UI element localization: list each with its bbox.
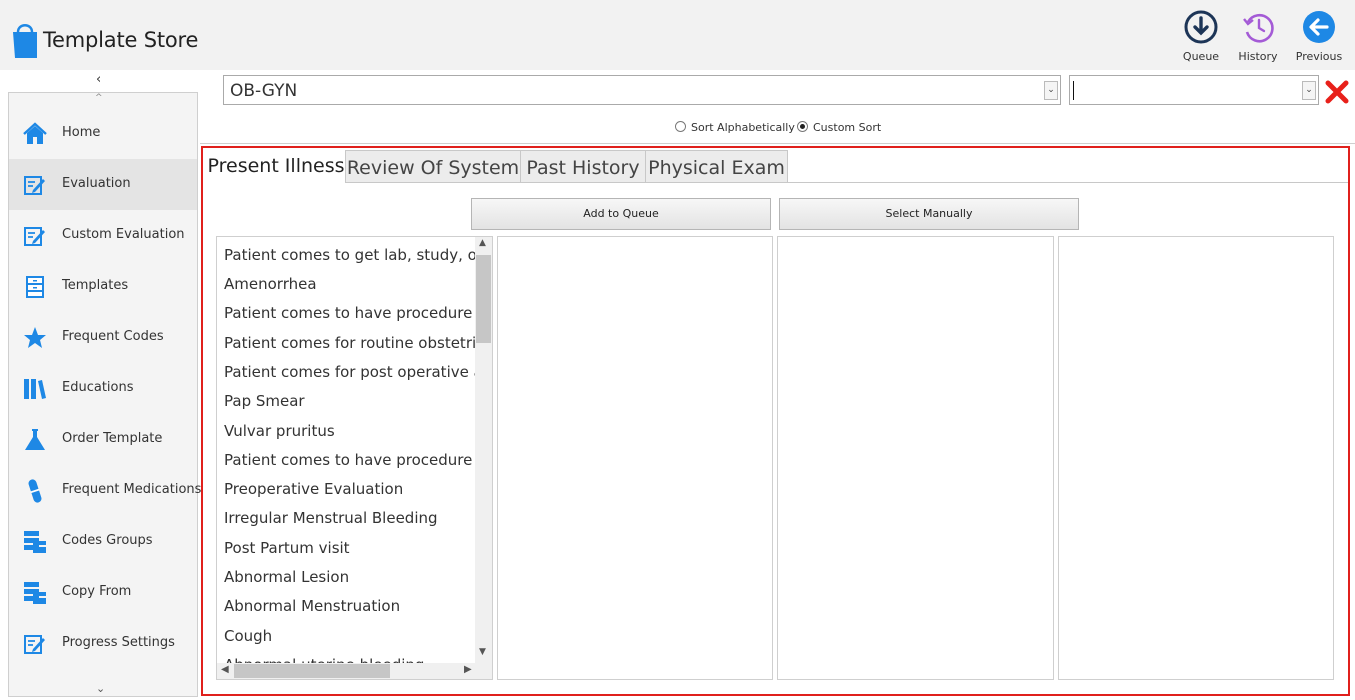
secondary-dropdown[interactable]: ⌄ [1069,75,1319,105]
sidebar-item-codes-groups[interactable]: Codes Groups [9,516,197,567]
edit-form-icon [24,227,45,246]
list-item[interactable]: Amenorrhea [224,275,317,293]
vertical-scroll-thumb[interactable] [476,255,491,343]
list-item[interactable]: Patient comes to have procedure done [224,304,475,322]
books-icon [24,379,46,399]
download-circle-icon [1184,10,1218,44]
sidebar-item-label: Custom Evaluation [62,227,185,242]
list-item[interactable]: Abnormal Lesion [224,568,349,586]
add-to-queue-button[interactable]: Add to Queue [471,198,771,230]
scroll-left-arrow-icon[interactable]: ◀ [221,664,229,675]
sidebar-item-evaluation[interactable]: Evaluation [9,159,197,210]
sort-alphabetically-label[interactable]: Sort Alphabetically [691,121,795,134]
back-arrow-icon [1303,11,1335,43]
tab-review-of-system[interactable]: Review Of System [345,150,521,183]
chevron-down-icon[interactable]: ⌄ [1302,81,1316,100]
sidebar-scroll-down[interactable]: ⌄ [96,682,105,695]
tab-physical-exam[interactable]: Physical Exam [645,150,788,183]
previous-button[interactable]: Previous [1293,10,1345,70]
star-icon [24,327,46,348]
chevron-down-icon[interactable]: ⌄ [1044,81,1058,100]
sidebar-item-label: Educations [62,380,134,395]
list-item[interactable]: Abnormal Menstruation [224,597,400,615]
custom-sort-label[interactable]: Custom Sort [813,121,881,134]
file-cabinet-icon [26,276,44,298]
sidebar-item-label: Templates [62,278,129,293]
sidebar-item-copy-from[interactable]: Copy From [9,567,197,618]
list-viewport: Patient comes to get lab, study, or proc… [217,237,475,664]
scroll-right-arrow-icon[interactable]: ▶ [464,664,472,675]
list-item[interactable]: Patient comes for post operative appoint… [224,363,475,381]
shopping-bag-icon [13,24,37,58]
list-item[interactable]: Vulvar pruritus [224,422,335,440]
selection-list-4[interactable] [1058,236,1334,680]
app-header [0,0,1355,70]
history-icon [1243,13,1274,43]
text-caret [1073,81,1074,100]
list-item[interactable]: Irregular Menstrual Bleeding [224,509,438,527]
sidebar-item-label: Home [62,125,101,140]
server-list-icon [24,582,46,604]
scroll-up-arrow-icon[interactable]: ▲ [479,238,486,248]
specialty-value: OB-GYN [230,81,298,101]
pill-icon [28,479,42,503]
list-item[interactable]: Pap Smear [224,392,305,410]
list-item[interactable]: Patient comes to get lab, study, or proc… [224,246,475,264]
sidebar-item-educations[interactable]: Educations [9,363,197,414]
selection-list-3[interactable] [777,236,1054,680]
horizontal-scrollbar[interactable]: ◀ ▶ [217,663,492,679]
sidebar-item-label: Order Template [62,431,163,446]
sidebar-scroll-up[interactable]: ^ [95,93,103,103]
present-illness-list[interactable]: Patient comes to get lab, study, or proc… [216,236,493,680]
sidebar-item-label: Progress Settings [62,635,175,650]
queue-label: Queue [1182,50,1220,63]
list-item[interactable]: Patient comes to have procedure results [224,451,475,469]
sidebar-item-progress-settings[interactable]: Progress Settings [9,618,197,669]
app-title: Template Store [43,28,199,52]
sidebar-item-label: Frequent Codes [62,329,164,344]
divider [200,143,1355,144]
sidebar-item-order-template[interactable]: Order Template [9,414,197,465]
sidebar-item-custom-evaluation[interactable]: Custom Evaluation [9,210,197,261]
custom-sort-radio[interactable] [797,121,808,132]
list-item[interactable]: Preoperative Evaluation [224,480,403,498]
sidebar-item-home[interactable]: Home [9,108,197,159]
tab-underline [345,182,1348,183]
sort-alphabetically-radio[interactable] [675,121,686,132]
history-button[interactable]: History [1232,10,1284,70]
sidebar-item-templates[interactable]: Templates [9,261,197,312]
selection-list-2[interactable] [497,236,773,680]
sidebar-item-frequent-codes[interactable]: Frequent Codes [9,312,197,363]
flask-icon [25,429,45,450]
sidebar-item-label: Codes Groups [62,533,153,548]
previous-label: Previous [1295,50,1343,63]
sidebar-item-label: Copy From [62,584,132,599]
sidebar-item-label: Frequent Medications [62,482,202,497]
server-list-icon [24,531,46,553]
list-item[interactable]: Post Partum visit [224,539,350,557]
clear-close-icon[interactable] [1325,80,1349,104]
sidebar-item-frequent-medications[interactable]: Frequent Medications [9,465,201,516]
horizontal-scroll-thumb[interactable] [234,664,390,678]
vertical-scrollbar[interactable]: ▲ ▼ [475,237,492,664]
tab-past-history[interactable]: Past History [520,150,646,183]
sidebar-collapse-button[interactable]: ‹ [96,72,101,87]
sidebar-item-label: Evaluation [62,176,131,191]
home-icon [23,122,47,144]
queue-button[interactable]: Queue [1175,10,1227,70]
edit-form-icon [24,176,45,195]
tab-present-illness[interactable]: Present Illness [207,150,345,183]
history-label: History [1238,50,1278,63]
list-item[interactable]: Patient comes for routine obstetrical vi… [224,334,475,352]
specialty-dropdown[interactable]: OB-GYN ⌄ [223,75,1061,105]
edit-form-icon [24,635,45,654]
select-manually-button[interactable]: Select Manually [779,198,1079,230]
list-item[interactable]: Cough [224,627,272,645]
scroll-down-arrow-icon[interactable]: ▼ [479,647,486,657]
